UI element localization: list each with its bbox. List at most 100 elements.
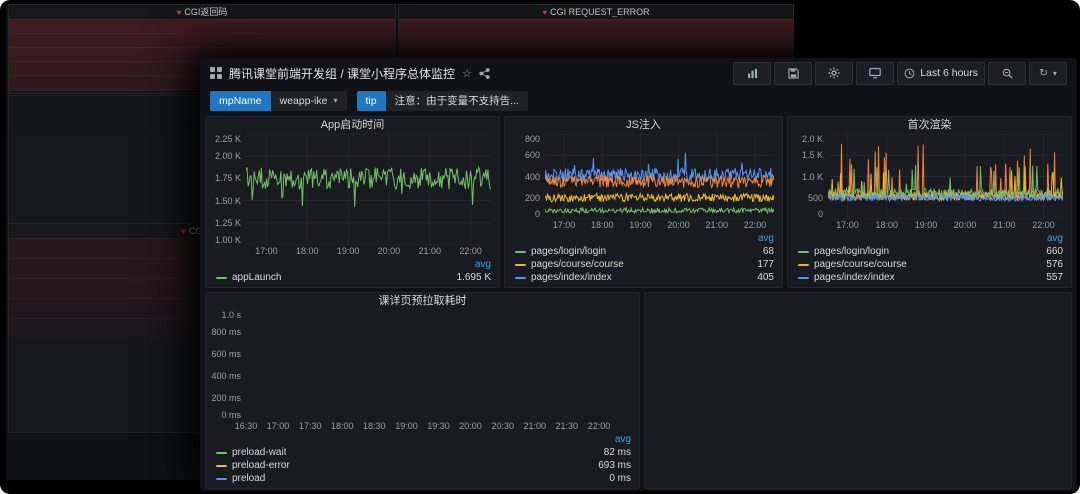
panel-title[interactable]: JS注入	[505, 117, 782, 134]
variable-mpname-value: weapp-ike	[280, 91, 328, 111]
y-tick-label: 200	[525, 193, 540, 203]
y-tick-label: 200 ms	[211, 393, 241, 403]
add-panel-icon	[747, 68, 758, 79]
refresh-icon: ↻	[1039, 67, 1048, 79]
legend-label: pages/login/login	[814, 246, 889, 257]
legend: avgpreload-wait82 mspreload-error693 msp…	[206, 433, 639, 488]
x-axis: 17:0018:0019:0020:0021:0022:00	[828, 219, 1063, 232]
panel-title[interactable]: 课详页预拉取耗时	[206, 293, 639, 310]
panel-body: 800 600 400 200 0	[505, 134, 782, 219]
legend-value: 576	[1038, 259, 1063, 270]
legend-value: 660	[1038, 246, 1063, 257]
dashboard-title[interactable]: 腾讯课堂前端开发组 / 课堂小程序总体监控	[229, 65, 455, 82]
legend-item[interactable]: preload-error 693 ms	[216, 459, 631, 472]
panel-title[interactable]: ♥CGI REQUEST_ERROR	[399, 5, 793, 19]
x-tick-label: 21:00	[993, 220, 1016, 230]
legend-value: 68	[755, 246, 774, 257]
y-tick-label: 600	[525, 150, 540, 160]
y-tick-label: 2.00 K	[215, 151, 241, 161]
legend-color-icon	[515, 277, 526, 279]
legend-item[interactable]: preload-wait82 ms	[216, 446, 631, 459]
y-tick-label: 2.25 K	[215, 134, 241, 144]
grafana-dashboard-window: 腾讯课堂前端开发组 / 课堂小程序总体监控 ☆ Last 6 hou	[200, 58, 1077, 491]
variable-mpname: mpName weapp-ike▾	[210, 91, 347, 111]
y-tick-label: 800	[525, 134, 540, 144]
x-tick-label: 17:00	[553, 220, 576, 230]
legend-label: preload-error	[232, 460, 290, 471]
x-tick-label: 17:00	[267, 421, 290, 431]
legend-avg-header: avg	[798, 232, 1063, 245]
chart-canvas[interactable]	[828, 134, 1063, 219]
legend-item[interactable]: pages/login/login 660	[798, 245, 1063, 258]
legend-color-icon	[798, 277, 809, 279]
y-tick-label: 1.0 K	[802, 172, 823, 182]
time-range-button[interactable]: Last 6 hours	[897, 62, 985, 85]
alert-heart-icon: ♥	[542, 8, 547, 17]
legend-item[interactable]: pages/login/login 68	[515, 245, 774, 258]
share-icon[interactable]	[479, 68, 490, 79]
legend-color-icon	[216, 277, 227, 279]
chart-canvas[interactable]	[545, 134, 774, 219]
x-tick-label: 18:00	[591, 220, 614, 230]
legend-label: pages/index/index	[814, 272, 895, 283]
dashboard-panels: App启动时间2.25 K2.00 K1.75 K1.50 K1.25 K1.0…	[200, 114, 1077, 491]
save-icon	[788, 68, 799, 79]
x-tick-label: 19:00	[395, 421, 418, 431]
legend-label: appLaunch	[232, 272, 282, 283]
screen: ♥CGI返回码 ♥CGI REQUEST_ERROR ♥CGI耗时 腾讯课堂前端…	[0, 0, 1080, 494]
legend-label: pages/index/index	[531, 272, 612, 283]
legend-color-icon	[798, 264, 809, 266]
x-tick-label: 20:30	[492, 421, 515, 431]
x-tick-label: 22:00	[744, 220, 767, 230]
legend: avgpages/login/login68pages/course/cours…	[505, 232, 782, 287]
panel-title-text: CGI返回码	[184, 7, 227, 17]
legend-item[interactable]: appLaunch 1.695 K	[216, 271, 491, 284]
legend-item[interactable]: preload0 ms	[216, 472, 631, 485]
save-dashboard-button[interactable]	[774, 62, 812, 85]
legend-item[interactable]: pages/index/index557	[798, 271, 1063, 284]
add-panel-button[interactable]	[733, 62, 771, 85]
legend-item[interactable]: pages/course/course177	[515, 258, 774, 271]
x-tick-label: 17:30	[299, 421, 322, 431]
cycle-view-button[interactable]	[856, 62, 894, 85]
alert-heart-icon: ♥	[177, 8, 182, 17]
panel-title[interactable]: App启动时间	[206, 117, 499, 134]
x-axis: 16:3017:0017:3018:0018:3019:0019:3020:00…	[246, 420, 631, 433]
y-tick-label: 0 ms	[221, 410, 241, 420]
panel-title[interactable]: 首次渲染	[788, 117, 1071, 134]
panel-body: 2.0 K1.5 K1.0 K5000	[788, 134, 1071, 219]
legend-label: pages/course/course	[814, 259, 907, 270]
dashboard-header: 腾讯课堂前端开发组 / 课堂小程序总体监控 ☆ Last 6 hou	[200, 58, 1077, 88]
apps-grid-icon[interactable]	[210, 67, 222, 79]
legend-color-icon	[216, 478, 227, 480]
dashboard-settings-button[interactable]	[815, 62, 853, 85]
legend-value: 1.695 K	[449, 272, 491, 283]
star-icon[interactable]: ☆	[462, 67, 472, 80]
x-tick-label: 21:30	[555, 421, 578, 431]
variable-mpname-dropdown[interactable]: weapp-ike▾	[271, 91, 347, 111]
refresh-button[interactable]: ↻ ▾	[1029, 62, 1067, 85]
legend-item[interactable]: pages/index/index405	[515, 271, 774, 284]
x-axis: 17:0018:0019:0020:0021:0022:00	[246, 245, 491, 258]
y-tick-label: 1.00 K	[215, 235, 241, 245]
chart-canvas[interactable]	[246, 134, 491, 245]
panel-title[interactable]: ♥CGI返回码	[9, 5, 395, 19]
plot-area	[246, 134, 491, 245]
legend-item[interactable]: pages/course/course 576	[798, 258, 1063, 271]
x-tick-label: 19:30	[427, 421, 450, 431]
x-tick-label: 21:00	[705, 220, 728, 230]
plot-area	[545, 134, 774, 219]
x-tick-label: 17:00	[836, 220, 859, 230]
y-tick-label: 0	[535, 209, 540, 219]
x-tick-label: 19:00	[629, 220, 652, 230]
y-tick-label: 1.25 K	[215, 218, 241, 228]
y-tick-label: 600 ms	[211, 349, 241, 359]
legend-color-icon	[216, 465, 227, 467]
alert-heart-icon: ♥	[181, 227, 186, 236]
variable-mpname-label: mpName	[210, 91, 271, 111]
y-tick-label: 400	[525, 172, 540, 182]
zoom-out-button[interactable]	[988, 62, 1026, 85]
clock-icon	[904, 68, 915, 79]
legend-value: 693 ms	[590, 460, 631, 471]
legend-label: pages/login/login	[531, 246, 606, 257]
